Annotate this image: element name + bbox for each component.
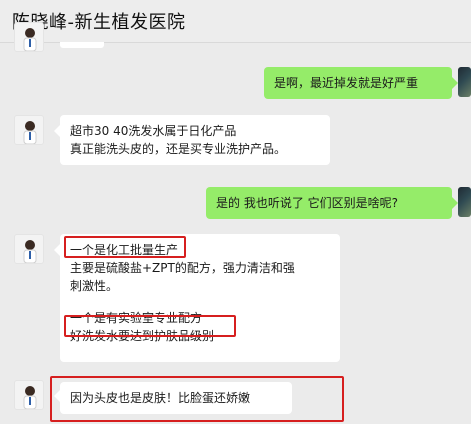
doctor-avatar-icon — [23, 28, 37, 51]
user-avatar[interactable] — [458, 187, 471, 217]
doctor-avatar[interactable] — [14, 380, 44, 410]
message-text: 是的 我也听说了 它们区别是啥呢? — [216, 196, 398, 210]
chat-header: 陈晓峰-新生植发医院 — [0, 0, 471, 43]
message-list[interactable]: 是啊，最近掉发就是好严重 超市30 40洗发水属于日化产品 真正能洗头皮的，还是… — [0, 22, 471, 424]
annotation-highlight-box — [50, 376, 344, 422]
message-bubble-sent[interactable]: 是的 我也听说了 它们区别是啥呢? — [206, 187, 452, 219]
doctor-avatar-icon — [23, 240, 37, 263]
message-text: 刺激性。 — [70, 279, 119, 293]
annotation-highlight-box — [64, 236, 186, 258]
doctor-avatar-icon — [23, 386, 37, 409]
user-avatar[interactable] — [458, 67, 471, 97]
message-text: 真正能洗头皮的，还是买专业洗护产品。 — [70, 142, 287, 156]
doctor-avatar[interactable] — [14, 22, 44, 52]
message-bubble-received[interactable]: 超市30 40洗发水属于日化产品 真正能洗头皮的，还是买专业洗护产品。 — [60, 115, 330, 165]
message-text: 是啊，最近掉发就是好严重 — [274, 76, 419, 90]
annotation-highlight-box — [64, 315, 236, 337]
doctor-avatar[interactable] — [14, 115, 44, 145]
message-text: 主要是硫酸盐+ZPT的配方，强力清洁和强 — [70, 261, 295, 275]
previous-message-fragment — [60, 42, 104, 48]
doctor-avatar[interactable] — [14, 234, 44, 264]
message-bubble-sent[interactable]: 是啊，最近掉发就是好严重 — [264, 67, 452, 99]
message-text: 超市30 40洗发水属于日化产品 — [70, 124, 237, 138]
doctor-avatar-icon — [23, 121, 37, 144]
